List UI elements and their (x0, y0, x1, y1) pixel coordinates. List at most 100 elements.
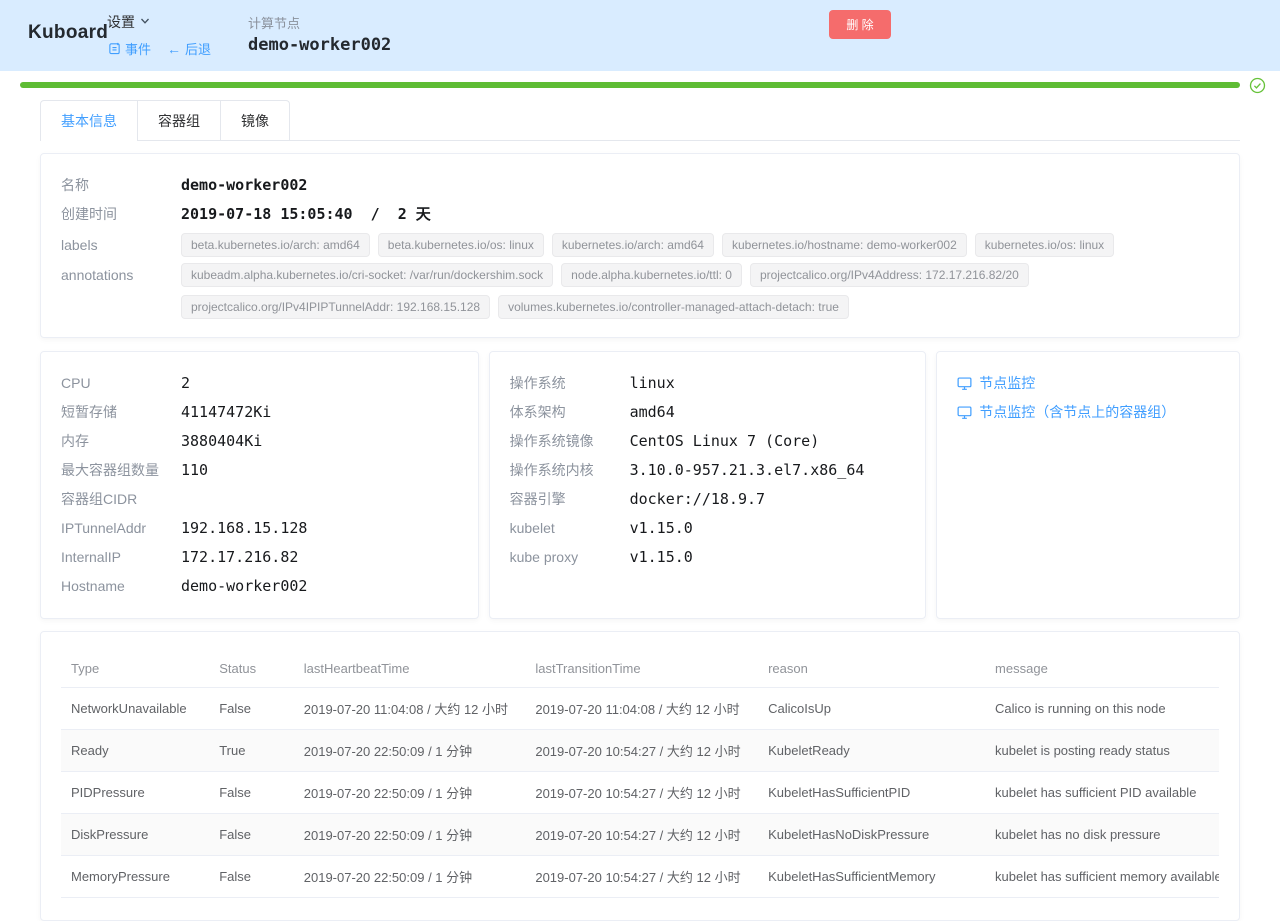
col-message: message (985, 650, 1219, 688)
labels-row: labels beta.kubernetes.io/arch: amd64bet… (61, 233, 1219, 257)
cell-status: False (209, 688, 294, 730)
table-header-row: Type Status lastHeartbeatTime lastTransi… (61, 650, 1219, 688)
cell-last-heartbeat: 2019-07-20 22:50:09 / 1 分钟 (294, 730, 526, 772)
resources-card: CPU 2 短暂存储 41147472Ki 内存 3880404Ki 最大容器组… (40, 351, 479, 619)
app-logo[interactable]: Kuboard (28, 22, 108, 44)
name-row: 名称 demo-worker002 (61, 171, 1219, 200)
system-value: linux (630, 369, 906, 398)
system-row: 操作系统内核 3.10.0-957.21.3.el7.x86_64 (510, 456, 906, 485)
system-label: 操作系统镜像 (510, 427, 630, 456)
table-row: Ready True 2019-07-20 22:50:09 / 1 分钟 20… (61, 730, 1219, 772)
resource-value: 41147472Ki (181, 398, 458, 427)
cell-last-transition: 2019-07-20 11:04:08 / 大约 12 小时 (525, 688, 758, 730)
cell-message: kubelet has sufficient PID available (985, 772, 1219, 814)
system-label: 体系架构 (510, 398, 630, 427)
system-row: 操作系统镜像 CentOS Linux 7 (Core) (510, 427, 906, 456)
tab-basic-info[interactable]: 基本信息 (41, 101, 137, 141)
resource-row: 短暂存储 41147472Ki (61, 398, 458, 427)
cell-type: DiskPressure (61, 814, 209, 856)
chevron-down-icon (140, 16, 150, 26)
cell-status: True (209, 730, 294, 772)
resource-label: 内存 (61, 427, 181, 456)
resource-label: 最大容器组数量 (61, 456, 181, 485)
system-row: 容器引擎 docker://18.9.7 (510, 485, 906, 514)
system-label: 操作系统 (510, 369, 630, 398)
cell-type: MemoryPressure (61, 856, 209, 898)
monitor-link-label: 节点监控（含节点上的容器组） (979, 398, 1175, 427)
cell-reason: CalicoIsUp (758, 688, 985, 730)
resource-value: 192.168.15.128 (181, 514, 458, 543)
cell-type: Ready (61, 730, 209, 772)
table-row: NetworkUnavailable False 2019-07-20 11:0… (61, 688, 1219, 730)
delete-button[interactable]: 删 除 (829, 10, 891, 39)
table-row: PIDPressure False 2019-07-20 22:50:09 / … (61, 772, 1219, 814)
document-icon (108, 42, 121, 55)
back-link[interactable]: ← 后退 (167, 39, 211, 58)
name-value: demo-worker002 (181, 171, 1219, 200)
resource-label: CPU (61, 369, 181, 398)
table-row: DiskPressure False 2019-07-20 22:50:09 /… (61, 814, 1219, 856)
created-row: 创建时间 2019-07-18 15:05:40 / 2 天 (61, 200, 1219, 229)
col-status: Status (209, 650, 294, 688)
resource-value: 110 (181, 456, 458, 485)
col-type: Type (61, 650, 209, 688)
monitor-card: 节点监控 节点监控（含节点上的容器组） (936, 351, 1240, 619)
resource-row: 容器组CIDR (61, 485, 458, 514)
arrow-left-icon: ← (167, 41, 181, 57)
app-header: Kuboard 设置 事件 ← 后退 计算节点 demo-worker002 删… (0, 0, 1280, 71)
monitor-icon (957, 376, 972, 391)
cell-status: False (209, 772, 294, 814)
tab-images[interactable]: 镜像 (220, 101, 289, 141)
progress-indicator (0, 76, 1280, 94)
stat-cards-row: CPU 2 短暂存储 41147472Ki 内存 3880404Ki 最大容器组… (40, 351, 1240, 619)
cell-last-transition: 2019-07-20 10:54:27 / 大约 12 小时 (525, 814, 758, 856)
conditions-table: Type Status lastHeartbeatTime lastTransi… (61, 650, 1219, 898)
breadcrumb: 计算节点 (248, 13, 391, 32)
back-link-label: 后退 (185, 39, 211, 58)
cell-last-transition: 2019-07-20 10:54:27 / 大约 12 小时 (525, 772, 758, 814)
annotation-tag: volumes.kubernetes.io/controller-managed… (498, 295, 849, 319)
labels-tags: beta.kubernetes.io/arch: amd64beta.kuber… (181, 233, 1219, 257)
resource-row: IPTunnelAddr 192.168.15.128 (61, 514, 458, 543)
cell-message: kubelet has no disk pressure (985, 814, 1219, 856)
annotations-row: annotations kubeadm.alpha.kubernetes.io/… (61, 263, 1219, 319)
system-value: amd64 (630, 398, 906, 427)
col-last-heartbeat: lastHeartbeatTime (294, 650, 526, 688)
annotation-tag: projectcalico.org/IPv4IPIPTunnelAddr: 19… (181, 295, 490, 319)
col-last-transition: lastTransitionTime (525, 650, 758, 688)
tab-pods[interactable]: 容器组 (137, 101, 220, 141)
page-title-block: 计算节点 demo-worker002 (248, 13, 391, 55)
cell-message: kubelet has sufficient memory available (985, 856, 1219, 898)
annotation-tag: projectcalico.org/IPv4Address: 172.17.21… (750, 263, 1029, 287)
system-value: v1.15.0 (630, 543, 906, 572)
monitor-link-label: 节点监控 (979, 369, 1035, 398)
overview-card: 名称 demo-worker002 创建时间 2019-07-18 15:05:… (40, 153, 1240, 338)
events-link[interactable]: 事件 (108, 39, 151, 58)
cell-status: False (209, 856, 294, 898)
system-label: kubelet (510, 514, 630, 543)
annotations-tags: kubeadm.alpha.kubernetes.io/cri-socket: … (181, 263, 1219, 319)
node-monitor-link[interactable]: 节点监控 (957, 369, 1219, 398)
page-title: demo-worker002 (248, 35, 391, 55)
cell-type: NetworkUnavailable (61, 688, 209, 730)
system-value: 3.10.0-957.21.3.el7.x86_64 (630, 456, 906, 485)
resource-label: Hostname (61, 572, 181, 601)
cell-last-heartbeat: 2019-07-20 11:04:08 / 大约 12 小时 (294, 688, 526, 730)
resource-label: IPTunnelAddr (61, 514, 181, 543)
col-reason: reason (758, 650, 985, 688)
cell-type: PIDPressure (61, 772, 209, 814)
name-label: 名称 (61, 171, 181, 200)
label-tag: kubernetes.io/arch: amd64 (552, 233, 714, 257)
check-circle-icon (1249, 77, 1266, 94)
cell-last-heartbeat: 2019-07-20 22:50:09 / 1 分钟 (294, 856, 526, 898)
cell-reason: KubeletReady (758, 730, 985, 772)
system-label: 操作系统内核 (510, 456, 630, 485)
monitor-icon (957, 405, 972, 420)
node-monitor-link[interactable]: 节点监控（含节点上的容器组） (957, 398, 1219, 427)
system-value: docker://18.9.7 (630, 485, 906, 514)
settings-menu[interactable]: 设置 (107, 12, 150, 32)
resource-label: 短暂存储 (61, 398, 181, 427)
system-label: 容器引擎 (510, 485, 630, 514)
system-label: kube proxy (510, 543, 630, 572)
system-value: CentOS Linux 7 (Core) (630, 427, 906, 456)
